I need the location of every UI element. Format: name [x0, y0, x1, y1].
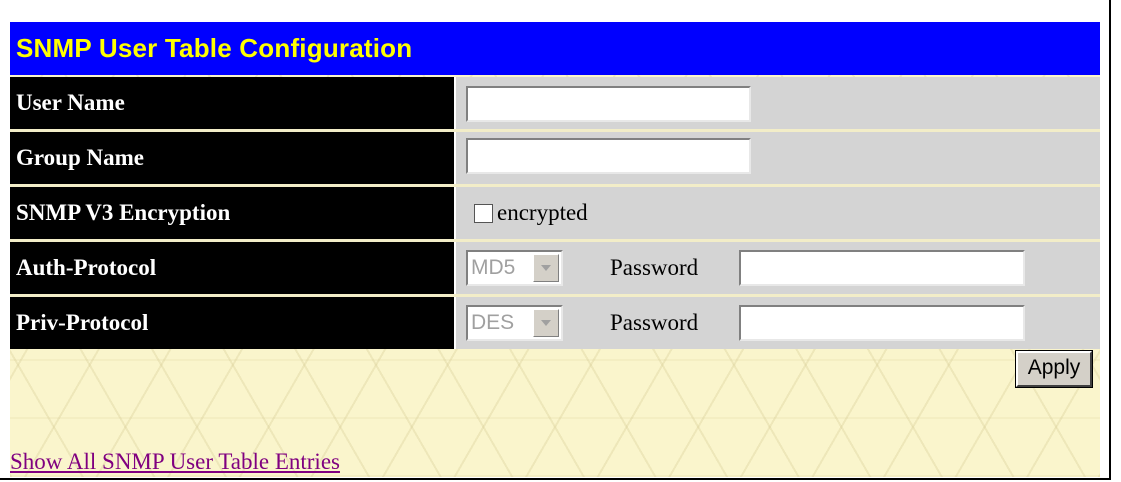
user-name-label: User Name [10, 77, 454, 129]
chevron-down-icon[interactable] [533, 254, 559, 282]
show-all-entries-link[interactable]: Show All SNMP User Table Entries [10, 449, 340, 475]
encrypted-checkbox[interactable] [474, 204, 493, 223]
auth-protocol-label: Auth-Protocol [10, 242, 454, 294]
priv-password-label: Password [610, 310, 699, 335]
auth-protocol-select[interactable]: MD5 [466, 250, 563, 286]
encryption-row: SNMP V3 Encryption encrypted [10, 187, 1100, 239]
priv-protocol-row: Priv-Protocol DES Password [10, 297, 1100, 349]
priv-protocol-cell: DES Password [454, 297, 1100, 349]
encryption-label: SNMP V3 Encryption [10, 187, 454, 239]
priv-protocol-selected: DES [471, 311, 515, 334]
chevron-down-icon[interactable] [533, 309, 559, 337]
group-name-label: Group Name [10, 132, 454, 184]
apply-button[interactable]: Apply [1015, 350, 1093, 388]
auth-protocol-selected: MD5 [471, 256, 516, 279]
user-name-input[interactable] [466, 86, 751, 122]
page-title: SNMP User Table Configuration [10, 22, 1100, 75]
user-name-row: User Name [10, 77, 1100, 129]
auth-protocol-row: Auth-Protocol MD5 Password [10, 242, 1100, 294]
group-name-input[interactable] [466, 138, 751, 174]
auth-password-input[interactable] [739, 250, 1025, 286]
priv-password-input[interactable] [739, 305, 1025, 341]
group-name-cell [454, 132, 1100, 184]
group-name-row: Group Name [10, 132, 1100, 184]
encryption-cell: encrypted [454, 187, 1100, 239]
priv-protocol-label: Priv-Protocol [10, 297, 454, 349]
encrypted-checkbox-label: encrypted [497, 200, 588, 225]
config-panel: SNMP User Table Configuration User Name … [10, 22, 1100, 477]
priv-protocol-select[interactable]: DES [466, 305, 563, 341]
auth-password-label: Password [610, 255, 699, 280]
user-name-cell [454, 77, 1100, 129]
auth-protocol-cell: MD5 Password [454, 242, 1100, 294]
